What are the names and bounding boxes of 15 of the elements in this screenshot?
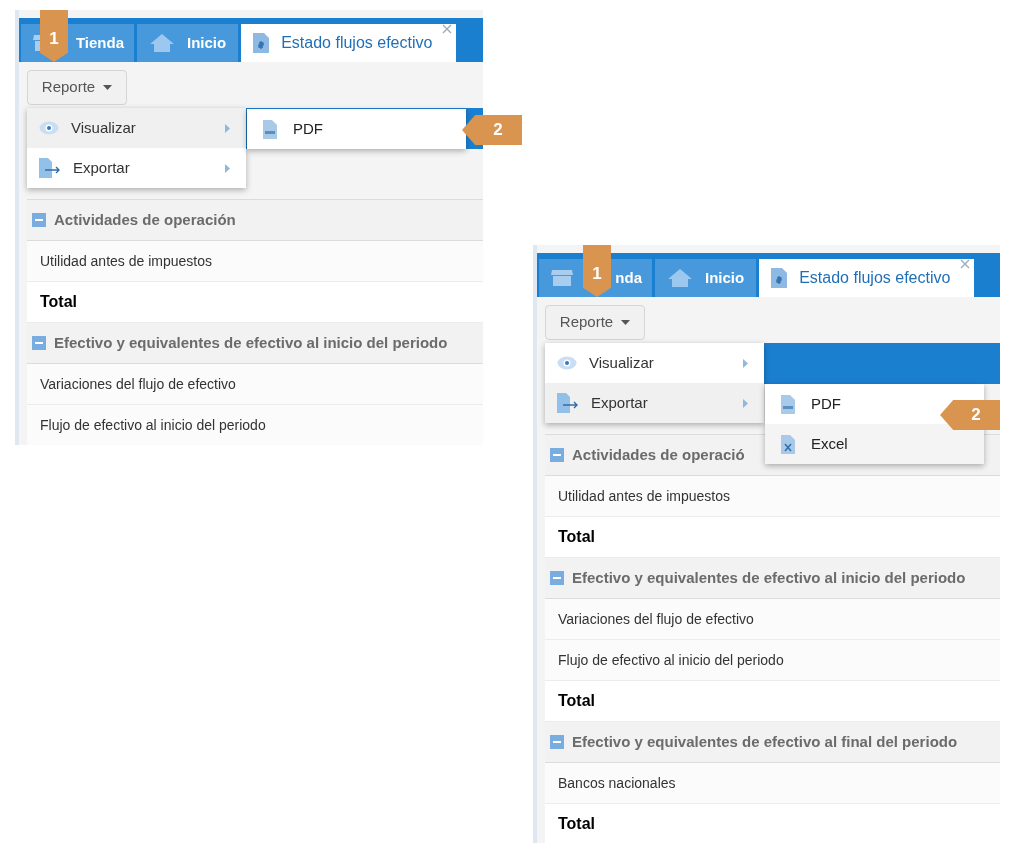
callout-tooltip: 2: [462, 115, 522, 145]
row-label: Variaciones del flujo de efectivo: [558, 609, 754, 629]
callout-tooltip: 2: [940, 400, 1000, 430]
callout-tooltip: 1: [40, 10, 68, 62]
total-label: Total: [40, 292, 78, 312]
total-label: Total: [558, 527, 596, 547]
row-label: Flujo de efectivo al inicio del periodo: [40, 415, 266, 435]
row-label: Bancos nacionales: [558, 773, 676, 793]
row-label: Flujo de efectivo al inicio del periodo: [558, 650, 784, 670]
total-label: Total: [558, 691, 596, 711]
callout-tooltip: 1: [583, 245, 611, 297]
row-label: Utilidad antes de impuestos: [558, 486, 730, 506]
row-label: Variaciones del flujo de efectivo: [40, 374, 236, 394]
total-label: Total: [558, 814, 596, 834]
row-label: Utilidad antes de impuestos: [40, 251, 212, 271]
